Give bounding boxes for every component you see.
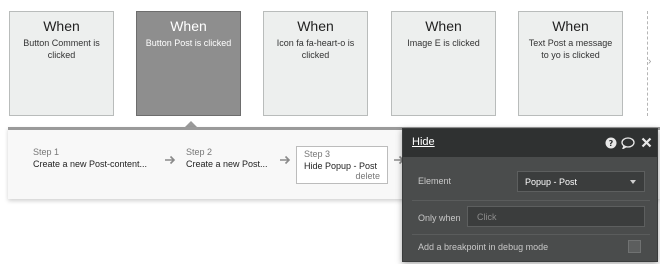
event-description: Icon fa fa-heart-o is clicked [276,38,355,60]
breakpoint-checkbox[interactable] [628,240,641,253]
event-when-label: When [297,18,334,34]
event-card-image-e[interactable]: When Image E is clicked [391,11,496,116]
popup-title[interactable]: Hide [412,136,435,148]
step-number: Step 2 [186,147,213,157]
event-when-label: When [425,18,462,34]
chevron-down-icon [630,180,636,184]
svg-text:?: ? [609,139,614,148]
event-description: Text Post a message to yo is clicked [528,38,613,60]
event-card-icon-heart[interactable]: When Icon fa fa-heart-o is clicked [263,11,368,116]
event-card-text-post[interactable]: When Text Post a message to yo is clicke… [518,11,623,116]
arrow-right-icon [165,155,176,165]
divider [412,200,650,201]
step-number: Step 3 [304,149,331,159]
help-circle-icon[interactable]: ? [605,137,617,149]
event-description: Button Comment is clicked [23,38,100,60]
element-select[interactable]: Popup - Post [517,171,645,192]
event-when-label: When [43,18,80,34]
event-card-button-post[interactable]: When Button Post is clicked [136,11,241,116]
breakpoint-label: Add a breakpoint in debug mode [418,242,549,252]
close-icon[interactable] [641,137,652,148]
delete-step-link[interactable]: delete [355,171,380,181]
only-when-label: Only when [418,213,461,223]
event-card-button-comment[interactable]: When Button Comment is clicked [9,11,114,116]
only-when-placeholder: Click [477,212,497,222]
step-3[interactable]: Step 3 Hide Popup - Post delete [296,146,388,184]
step-title: Create a new Post... [186,159,268,169]
step-1[interactable]: Step 1 Create a new Post-content... [33,147,147,171]
step-number: Step 1 [33,147,60,157]
event-description: Button Post is clicked [145,38,232,48]
only-when-input[interactable]: Click [467,206,645,227]
event-when-label: When [170,18,207,34]
step-title: Create a new Post-content... [33,159,148,169]
element-select-value: Popup - Post [525,177,578,187]
step-2[interactable]: Step 2 Create a new Post... [186,147,268,171]
arrow-right-icon [280,155,291,165]
divider [412,234,650,235]
action-properties-popup: Hide ? Element Popup - Post Only when Cl… [402,128,658,262]
popup-header: Hide ? [403,129,657,157]
element-label: Element [418,176,452,186]
comment-icon[interactable] [621,137,635,149]
event-when-label: When [552,18,589,34]
chevron-right-icon[interactable]: › [648,57,651,67]
event-description: Image E is clicked [407,38,480,48]
